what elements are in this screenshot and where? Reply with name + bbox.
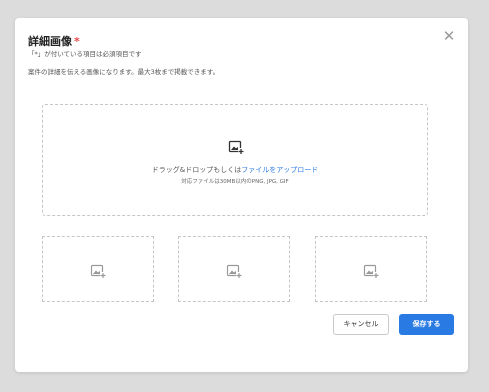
dropzone-instruction: ドラッグ&ドロップもしくはファイルをアップロード bbox=[43, 165, 427, 175]
upload-file-link[interactable]: ファイルをアップロード bbox=[241, 166, 318, 174]
dialog-title-text: 詳細画像 bbox=[28, 35, 72, 48]
description-text: 案件の詳細を伝える画像になります。最大3枚まで掲載できます。 bbox=[28, 68, 220, 76]
image-upload-dialog: ✕ 詳細画像 * 「*」が付いている項目は必須項目です 案件の詳細を伝える画像にな… bbox=[15, 18, 468, 372]
image-slot-2[interactable] bbox=[178, 236, 290, 302]
required-mark: * bbox=[74, 35, 80, 48]
dropzone-instruction-text: ドラッグ&ドロップもしくは bbox=[151, 166, 242, 174]
required-note: 「*」が付いている項目は必須項目です bbox=[28, 50, 142, 58]
add-image-icon bbox=[363, 263, 379, 279]
add-image-icon bbox=[228, 139, 244, 155]
supported-formats-note: 対応ファイルは30MB以内のPNG, JPG, GIF bbox=[181, 179, 289, 185]
cancel-button[interactable]: キャンセル bbox=[333, 314, 389, 335]
upload-dropzone[interactable]: ドラッグ&ドロップもしくはファイルをアップロード 対応ファイルは30MB以内のP… bbox=[42, 104, 428, 216]
add-image-icon bbox=[226, 263, 242, 279]
dialog-title: 詳細画像 * bbox=[28, 33, 80, 49]
close-icon[interactable]: ✕ bbox=[442, 29, 456, 44]
image-slot-1[interactable] bbox=[42, 236, 154, 302]
add-image-icon bbox=[90, 263, 106, 279]
image-slot-3[interactable] bbox=[315, 236, 427, 302]
save-button[interactable]: 保存する bbox=[399, 314, 454, 335]
